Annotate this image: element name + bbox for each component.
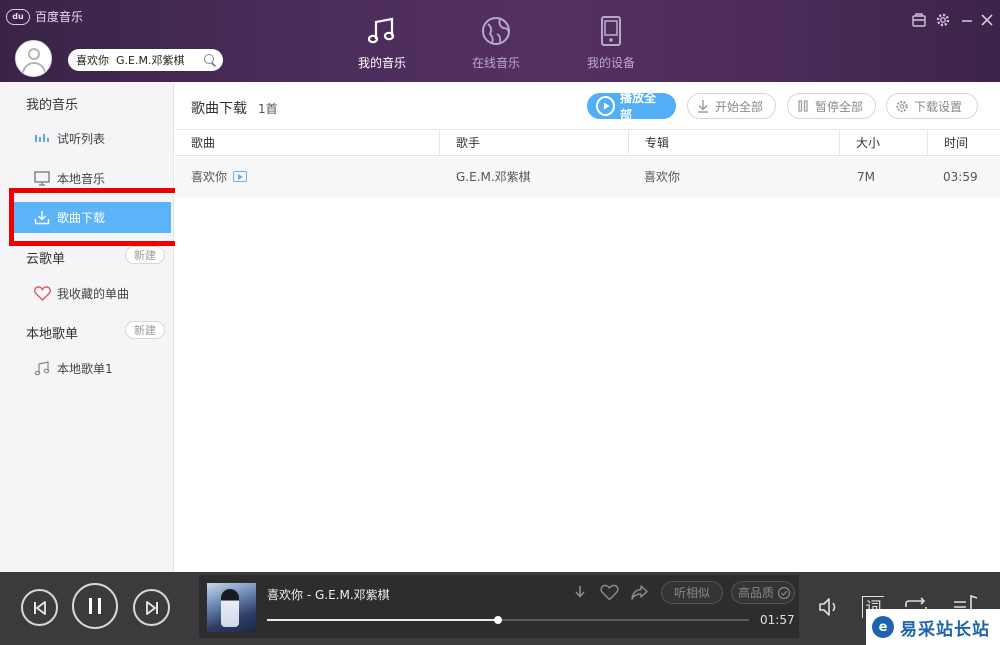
download-icon[interactable] bbox=[571, 584, 589, 602]
globe-icon bbox=[482, 17, 510, 45]
column-header-singer[interactable]: 歌手 bbox=[440, 130, 629, 156]
player-bar: 喜欢你 - G.E.M.邓紫棋 听相似 高品质 01:57 词 bbox=[0, 572, 1000, 645]
watermark-logo: e 易采站长站 bbox=[866, 609, 1000, 645]
skip-previous-icon bbox=[33, 600, 46, 615]
app-logo: du 百度音乐 bbox=[6, 8, 83, 25]
similar-songs-button[interactable]: 听相似 bbox=[661, 581, 723, 604]
pause-icon bbox=[89, 598, 101, 614]
pause-all-button[interactable]: 暂停全部 bbox=[787, 93, 876, 119]
settings-gear-icon[interactable] bbox=[935, 12, 951, 28]
heart-icon[interactable] bbox=[600, 584, 619, 601]
next-button[interactable] bbox=[133, 589, 170, 626]
tab-my-music[interactable]: 我的音乐 bbox=[337, 14, 427, 71]
track-title: 喜欢你 - G.E.M.邓紫棋 bbox=[267, 588, 390, 602]
tab-my-device-label: 我的设备 bbox=[586, 56, 635, 70]
new-cloud-playlist-button[interactable]: 新建 bbox=[125, 246, 165, 264]
pause-button[interactable] bbox=[72, 583, 118, 629]
download-settings-button[interactable]: 下载设置 bbox=[886, 93, 978, 119]
watermark-e-icon: e bbox=[872, 616, 894, 638]
title-bar: du 百度音乐 我的音乐 在线音乐 我的设备 bbox=[0, 0, 1000, 82]
app-title: 百度音乐 bbox=[35, 10, 84, 24]
progress-handle[interactable] bbox=[494, 616, 503, 624]
device-icon bbox=[601, 16, 621, 46]
gear-icon bbox=[895, 99, 909, 113]
singer-cell[interactable]: G.E.M.邓紫棋 bbox=[456, 157, 531, 197]
minimize-icon[interactable] bbox=[959, 12, 975, 28]
main-content: 歌曲下载 1首 播放全部 开始全部 暂停全部 下载设置 歌曲 歌手 专辑 大小 … bbox=[175, 82, 1000, 572]
baidu-music-logo-icon: du bbox=[6, 8, 30, 25]
page-title: 歌曲下载 bbox=[191, 101, 247, 117]
bars-icon bbox=[33, 130, 51, 146]
volume-icon[interactable] bbox=[817, 596, 841, 618]
size-cell: 7M bbox=[857, 170, 875, 184]
sidebar-item-favorite-songs[interactable]: 我收藏的单曲 bbox=[0, 279, 174, 307]
user-avatar[interactable] bbox=[15, 40, 52, 77]
skin-icon[interactable] bbox=[911, 12, 927, 28]
sidebar-item-song-download[interactable]: 歌曲下载 bbox=[14, 202, 171, 233]
play-all-label: 播放全部 bbox=[620, 91, 657, 122]
sidebar-item-label: 我收藏的单曲 bbox=[57, 286, 130, 301]
now-playing-panel: 喜欢你 - G.E.M.邓紫棋 听相似 高品质 01:57 bbox=[199, 575, 799, 638]
pause-icon bbox=[796, 99, 810, 113]
tab-my-device[interactable]: 我的设备 bbox=[566, 14, 656, 71]
tab-online-music[interactable]: 在线音乐 bbox=[451, 14, 541, 71]
sidebar-item-label: 本地音乐 bbox=[57, 171, 106, 186]
download-icon bbox=[33, 210, 51, 226]
time-cell: 03:59 bbox=[943, 170, 978, 184]
column-header-size[interactable]: 大小 bbox=[840, 130, 928, 156]
column-header-album[interactable]: 专辑 bbox=[629, 130, 840, 156]
table-header: 歌曲 歌手 专辑 大小 时间 bbox=[175, 129, 1000, 156]
download-icon bbox=[696, 99, 710, 113]
sidebar-item-local-music[interactable]: 本地音乐 bbox=[0, 164, 174, 192]
table-row[interactable]: 喜欢你 G.E.M.邓紫棋 喜欢你 7M 03:59 bbox=[175, 157, 1000, 197]
search-icon[interactable] bbox=[203, 53, 217, 67]
tab-my-music-label: 我的音乐 bbox=[357, 56, 406, 70]
search-box[interactable] bbox=[68, 49, 223, 71]
sidebar-section-cloud-playlists: 云歌单 bbox=[26, 252, 66, 267]
start-all-button[interactable]: 开始全部 bbox=[687, 93, 776, 119]
close-icon[interactable] bbox=[979, 12, 995, 28]
progress-bar[interactable] bbox=[267, 616, 749, 624]
quality-label: 高品质 bbox=[738, 586, 775, 600]
monitor-icon bbox=[33, 170, 51, 186]
start-all-label: 开始全部 bbox=[715, 99, 764, 114]
pause-all-label: 暂停全部 bbox=[815, 99, 864, 114]
song-name[interactable]: 喜欢你 bbox=[191, 170, 227, 184]
heart-icon bbox=[33, 285, 51, 301]
mv-play-icon[interactable] bbox=[233, 171, 248, 182]
new-local-playlist-button[interactable]: 新建 bbox=[125, 321, 165, 339]
sidebar-item-label: 本地歌单1 bbox=[57, 361, 113, 376]
play-circle-icon bbox=[596, 96, 615, 116]
music-note-icon bbox=[367, 17, 395, 44]
sidebar-item-trial-list[interactable]: 试听列表 bbox=[0, 124, 174, 152]
elapsed-time: 01:57 bbox=[760, 613, 795, 627]
column-header-time[interactable]: 时间 bbox=[928, 130, 1000, 156]
tab-online-music-label: 在线音乐 bbox=[471, 56, 520, 70]
previous-button[interactable] bbox=[21, 589, 58, 626]
sidebar-item-local-playlist-1[interactable]: 本地歌单1 bbox=[0, 354, 174, 382]
check-circle-icon bbox=[777, 586, 791, 599]
album-cell[interactable]: 喜欢你 bbox=[644, 157, 680, 197]
song-cell: 喜欢你 bbox=[191, 157, 248, 197]
share-icon[interactable] bbox=[630, 584, 649, 601]
play-all-button[interactable]: 播放全部 bbox=[587, 91, 676, 122]
sidebar-item-label: 歌曲下载 bbox=[57, 211, 106, 225]
watermark-text: 易采站长站 bbox=[900, 619, 990, 640]
album-cover[interactable] bbox=[207, 583, 256, 632]
search-input[interactable] bbox=[76, 53, 196, 67]
song-count: 1首 bbox=[258, 102, 278, 116]
progress-fill bbox=[267, 619, 499, 621]
sidebar-item-label: 试听列表 bbox=[57, 131, 106, 146]
quality-button[interactable]: 高品质 bbox=[731, 581, 795, 604]
sidebar-section-my-music: 我的音乐 bbox=[26, 98, 79, 113]
download-settings-label: 下载设置 bbox=[914, 99, 963, 114]
sidebar-section-local-playlists: 本地歌单 bbox=[26, 327, 79, 342]
skip-next-icon bbox=[145, 600, 158, 615]
sidebar: 我的音乐 试听列表 本地音乐 歌曲下载 云歌单 新建 我收藏的单曲 本地歌单 新… bbox=[0, 82, 174, 572]
music-note-icon bbox=[33, 360, 51, 376]
column-header-song[interactable]: 歌曲 bbox=[175, 130, 440, 156]
